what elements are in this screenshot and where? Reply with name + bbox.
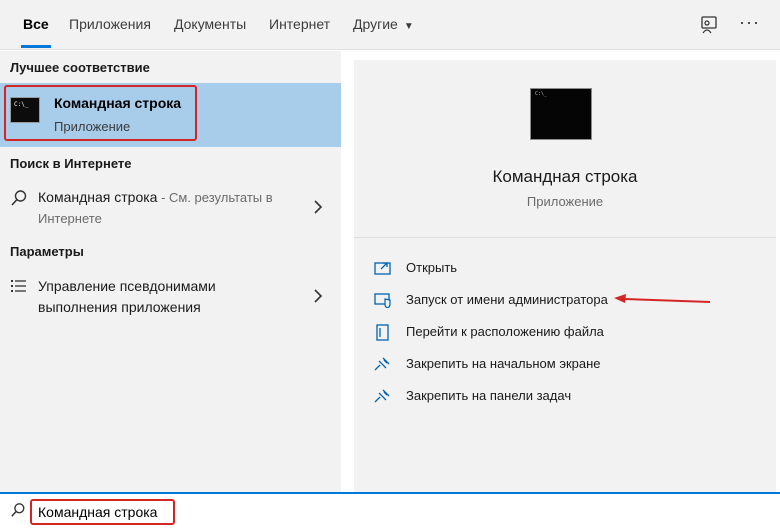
pin-icon (374, 357, 390, 371)
action-pin-to-taskbar[interactable]: Закрепить на панели задач (374, 386, 624, 408)
annotation-arrow (614, 294, 711, 303)
best-match-item[interactable]: C:\_ Командная строка Приложение (0, 83, 341, 147)
preview-pane: C:\_ Командная строка Приложение Открыть… (354, 60, 776, 492)
command-prompt-large-icon: C:\_ (530, 88, 592, 140)
preview-app-title: Командная строка (492, 167, 638, 186)
list-settings-icon (11, 280, 26, 292)
web-search-result[interactable]: Командная строка - См. результаты в Инте… (0, 182, 341, 232)
open-icon (374, 262, 391, 275)
tab-documents[interactable]: Документы (174, 0, 246, 50)
action-open[interactable]: Открыть (374, 258, 574, 280)
search-input[interactable] (30, 499, 175, 525)
settings-heading: Параметры (10, 244, 84, 259)
action-pin-to-start[interactable]: Закрепить на начальном экране (374, 354, 624, 376)
settings-result-label: Управление псевдонимами выполнения прило… (38, 278, 216, 315)
search-icon (11, 190, 27, 206)
action-pin-to-start-label: Закрепить на начальном экране (406, 356, 601, 371)
annotation-highlight-box (4, 85, 197, 141)
tab-all[interactable]: Все (21, 0, 51, 50)
web-search-heading: Поиск в Интернете (10, 156, 132, 171)
action-pin-to-taskbar-label: Закрепить на панели задач (406, 388, 572, 403)
preview-header: C:\_ Командная строка Приложение (354, 60, 776, 238)
search-bar (0, 492, 780, 528)
chevron-down-icon: ▼ (403, 21, 414, 32)
more-options-icon[interactable]: ··· (739, 13, 761, 36)
action-run-as-admin-label: Запуск от имени администратора (406, 292, 608, 307)
preview-app-subtitle: Приложение (526, 194, 604, 209)
admin-shield-icon (374, 293, 391, 308)
action-run-as-admin[interactable]: Запуск от имени администратора (374, 290, 634, 312)
search-filter-bar: Все Приложения Документы Интернет Другие… (0, 0, 780, 50)
action-open-file-location-label: Перейти к расположению файла (406, 324, 604, 339)
tab-other[interactable]: Другие ▼ (353, 0, 414, 50)
tab-web[interactable]: Интернет (269, 0, 330, 50)
command-prompt-large-icon-text: C:\_ (535, 91, 548, 97)
action-open-label: Открыть (406, 260, 458, 275)
tab-other-label: Другие (353, 16, 398, 32)
file-location-icon (376, 324, 389, 341)
action-open-file-location[interactable]: Перейти к расположению файла (374, 322, 624, 344)
pin-icon (374, 389, 390, 403)
best-match-heading: Лучшее соответствие (10, 60, 150, 75)
results-pane: Лучшее соответствие C:\_ Командная строк… (0, 51, 341, 492)
settings-result[interactable]: Управление псевдонимами выполнения прило… (0, 272, 341, 322)
search-icon (11, 503, 25, 517)
tab-apps[interactable]: Приложения (69, 0, 151, 50)
chevron-right-icon (314, 200, 323, 214)
feedback-icon[interactable] (698, 14, 720, 36)
chevron-right-icon (314, 289, 323, 303)
web-result-query: Командная строка (38, 189, 158, 205)
